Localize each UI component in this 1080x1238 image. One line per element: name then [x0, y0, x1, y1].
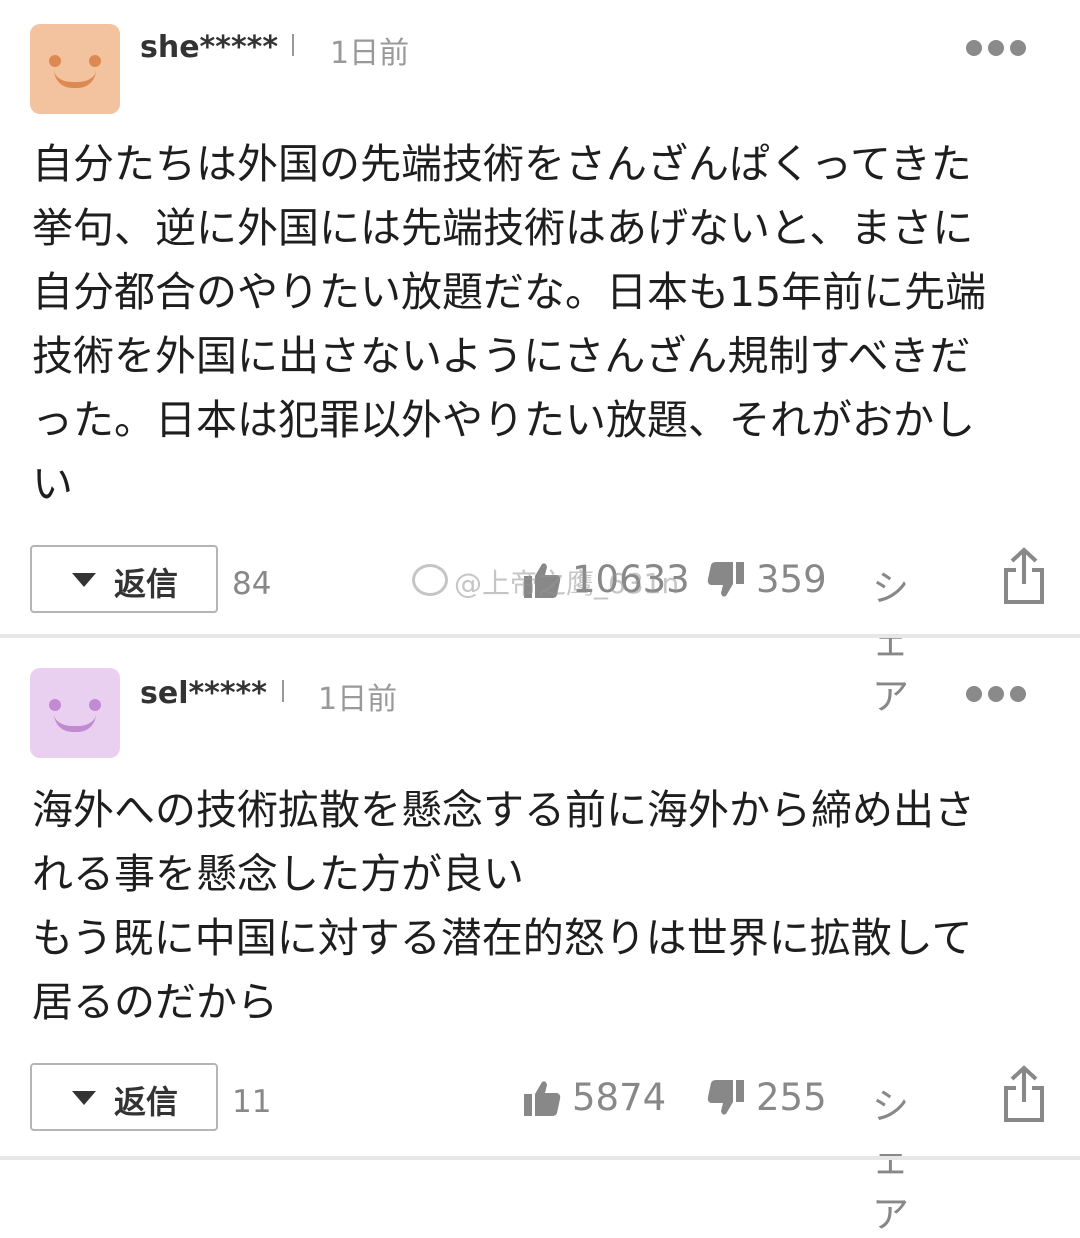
comment-body: 海外への技術拡散を懸念する前に海外から締め出さ れる事を懸念した方が良い もう既… [32, 786, 975, 1026]
comment-item: she***** 1日前 自分たちは外国の先端技術をさんざんぱくってきた 挙句、… [0, 0, 1080, 718]
reply-button[interactable]: 返信 [30, 1063, 218, 1131]
thumbs-up-icon [524, 1081, 561, 1116]
reply-label: 返信 [114, 565, 179, 603]
reply-count: 84 [232, 566, 272, 602]
like-count: 5874 [572, 1076, 667, 1119]
username[interactable]: she***** [140, 30, 278, 65]
avatar-eye [49, 55, 61, 67]
avatar[interactable] [30, 668, 120, 758]
caret-down-icon [72, 573, 96, 587]
watermark-text: @上帝之鹰_631n [454, 567, 680, 600]
thumbs-down-icon [707, 562, 744, 597]
weibo-icon [412, 564, 448, 596]
comment-item: sel***** 1日前 海外への技術拡散を懸念する前に海外から締め出さ れる事… [0, 640, 1080, 1236]
divider [0, 634, 1080, 638]
reply-label: 返信 [114, 1083, 179, 1121]
reply-count: 11 [232, 1084, 272, 1120]
avatar-eye [89, 55, 101, 67]
caret-down-icon [72, 1091, 96, 1105]
avatar-mouth [54, 70, 96, 88]
share-icon [1004, 1065, 1044, 1122]
more-options-icon[interactable] [966, 40, 1028, 56]
more-options-icon[interactable] [966, 686, 1028, 702]
separator [292, 34, 294, 56]
reply-button[interactable]: 返信 [30, 545, 218, 613]
dislike-count: 359 [756, 558, 827, 601]
comment-body: 自分たちは外国の先端技術をさんざんぱくってきた 挙句、逆に外国には先端技術はあげ… [32, 140, 987, 508]
avatar-eye [49, 699, 61, 711]
share-icon [1004, 547, 1044, 604]
timestamp: 1日前 [318, 682, 398, 717]
avatar-mouth [54, 714, 96, 732]
avatar-eye [89, 699, 101, 711]
username[interactable]: sel***** [140, 676, 267, 711]
timestamp: 1日前 [330, 36, 410, 71]
thumbs-down-icon [707, 1080, 744, 1115]
separator [282, 680, 284, 702]
divider [0, 1156, 1080, 1160]
avatar[interactable] [30, 24, 120, 114]
dislike-count: 255 [756, 1076, 827, 1119]
